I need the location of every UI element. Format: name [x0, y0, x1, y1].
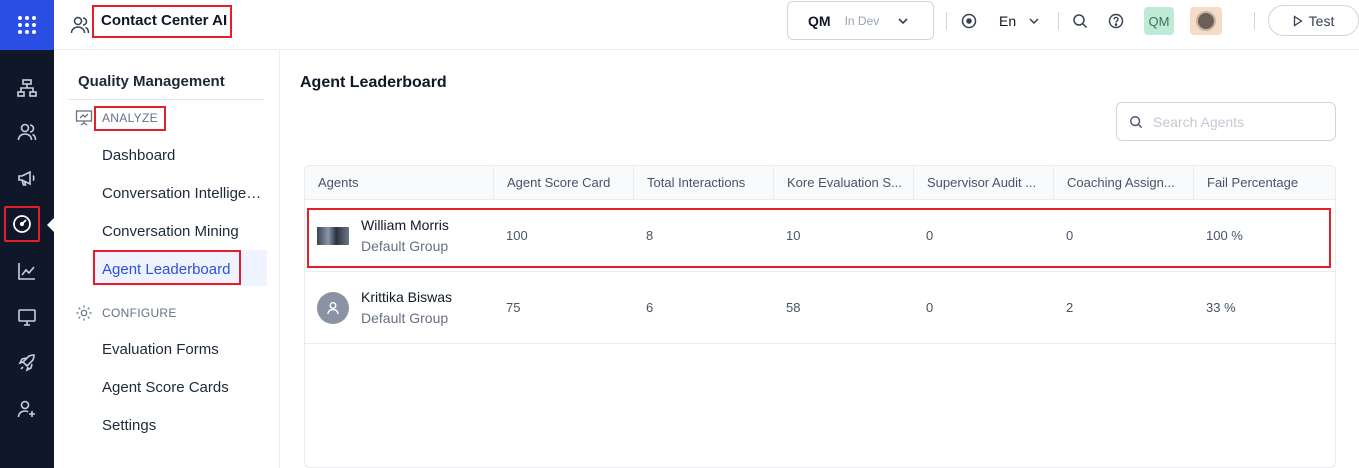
env-status: In Dev [844, 13, 880, 28]
sidebar-item-agent-leaderboard[interactable]: Agent Leaderboard [102, 261, 230, 278]
top-header: Contact Center AI QM In Dev En QM Test [54, 0, 1359, 50]
sidebar-divider [68, 99, 264, 100]
hierarchy-icon [17, 79, 37, 97]
agent-name: Krittika Biswas [361, 289, 453, 305]
rail-monitor-button[interactable] [0, 298, 54, 336]
target-icon [961, 13, 977, 29]
cell-interactions: 6 [646, 300, 654, 315]
user-avatar[interactable] [1190, 7, 1222, 35]
chevron-down-icon [1029, 18, 1039, 25]
add-user-icon [17, 400, 35, 418]
header-divider [1058, 12, 1059, 30]
line-chart-icon [18, 263, 35, 280]
help-icon [1108, 13, 1124, 29]
app-switcher[interactable] [70, 0, 90, 50]
page-title: Agent Leaderboard [300, 74, 447, 91]
table-header: Agents Agent Score Card Total Interactio… [305, 166, 1335, 200]
search-input[interactable] [1153, 113, 1323, 130]
megaphone-icon [18, 170, 35, 186]
cell-fail-percentage: 33 % [1206, 300, 1236, 315]
column-header-kore-evaluation[interactable]: Kore Evaluation S... [773, 166, 913, 200]
sidebar-item-agent-score-cards[interactable]: Agent Score Cards [102, 379, 229, 396]
header-divider [1254, 12, 1255, 30]
env-code: QM [808, 12, 831, 29]
apps-grid-button[interactable] [0, 0, 54, 50]
column-header-fail-percentage[interactable]: Fail Percentage [1193, 166, 1335, 200]
rail-analytics-button[interactable] [0, 252, 54, 290]
quality-sidebar: Quality Management ANALYZE Dashboard Con… [54, 50, 280, 468]
avatar-image [1196, 11, 1216, 31]
left-rail [0, 0, 54, 468]
rail-deploy-button[interactable] [0, 344, 54, 382]
rail-users-button[interactable] [0, 113, 54, 151]
search-icon [1130, 115, 1143, 128]
monitor-icon [18, 309, 36, 326]
section-label: CONFIGURE [102, 306, 177, 320]
sidebar-item-evaluation-forms[interactable]: Evaluation Forms [102, 341, 219, 358]
help-button[interactable] [1108, 0, 1124, 42]
column-header-coaching[interactable]: Coaching Assign... [1053, 166, 1193, 200]
active-indicator-caret [47, 218, 54, 232]
row-highlight [307, 208, 1331, 268]
sidebar-item-settings[interactable]: Settings [102, 417, 156, 434]
user-initials-badge[interactable]: QM [1144, 7, 1174, 35]
column-header-interactions[interactable]: Total Interactions [633, 166, 773, 200]
gauge-icon [13, 215, 31, 233]
rail-flows-button[interactable] [0, 69, 54, 107]
language-selector[interactable]: En [999, 0, 1040, 42]
gear-icon [76, 305, 92, 321]
users-icon [17, 123, 37, 141]
header-divider [946, 12, 947, 30]
agent-avatar [317, 292, 349, 324]
presentation-icon [75, 110, 93, 126]
cell-kore-evaluation: 58 [786, 300, 801, 315]
leaderboard-table: Agents Agent Score Card Total Interactio… [304, 165, 1336, 468]
play-icon [1293, 14, 1303, 27]
sidebar-item-dashboard[interactable]: Dashboard [102, 147, 175, 164]
main-content: Agent Leaderboard Agents Agent Score Car… [280, 50, 1359, 468]
test-button[interactable]: Test [1268, 5, 1359, 36]
cell-score-card: 75 [506, 300, 521, 315]
sidebar-title: Quality Management [78, 73, 225, 90]
test-label: Test [1308, 12, 1335, 29]
column-header-supervisor-audit[interactable]: Supervisor Audit ... [913, 166, 1053, 200]
table-row[interactable]: Krittika Biswas Default Group 75 6 58 0 … [305, 272, 1335, 344]
chevron-down-icon [898, 17, 908, 24]
cell-supervisor-audit: 0 [926, 300, 934, 315]
global-search-button[interactable] [1072, 0, 1088, 42]
analyze-highlight [94, 106, 166, 131]
users-icon [70, 16, 90, 34]
app-title: Contact Center AI [101, 12, 228, 29]
rail-add-user-button[interactable] [0, 390, 54, 428]
environment-selector[interactable]: QM In Dev [787, 1, 934, 40]
cell-coaching: 2 [1066, 300, 1074, 315]
sidebar-item-conversation-intelligence[interactable]: Conversation Intelligence [102, 185, 266, 202]
rail-quality-button[interactable] [4, 206, 40, 242]
rail-campaigns-button[interactable] [0, 159, 54, 197]
search-agents[interactable] [1116, 102, 1336, 141]
sidebar-item-conversation-mining[interactable]: Conversation Mining [102, 223, 239, 240]
language-label: En [999, 13, 1017, 29]
agent-group: Default Group [361, 310, 449, 326]
user-icon [327, 302, 339, 315]
column-header-agents[interactable]: Agents [305, 166, 493, 200]
section-configure: CONFIGURE [75, 304, 177, 322]
grid-icon [18, 16, 36, 34]
search-icon [1073, 14, 1088, 29]
publish-status-button[interactable] [961, 0, 977, 42]
rocket-icon [18, 354, 35, 372]
column-header-score-card[interactable]: Agent Score Card [493, 166, 633, 200]
